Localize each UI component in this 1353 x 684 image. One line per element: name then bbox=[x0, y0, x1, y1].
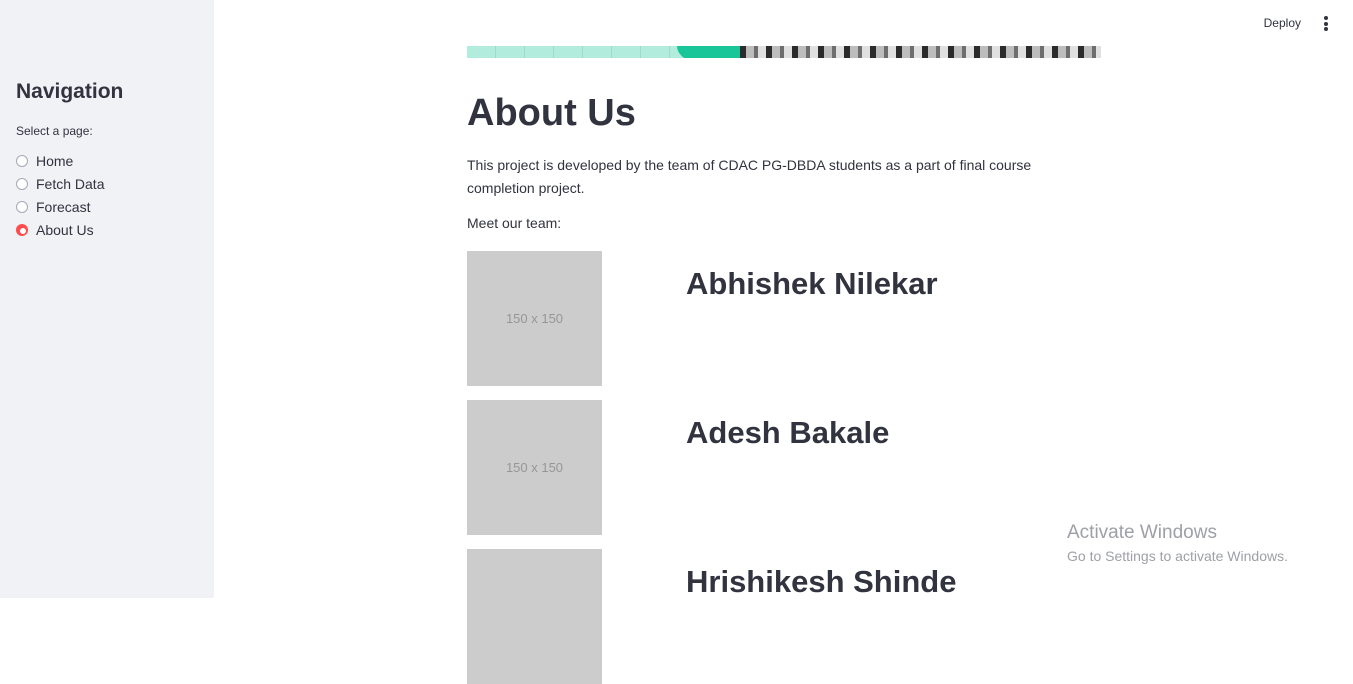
sidebar: Navigation Select a page: Home Fetch Dat… bbox=[0, 0, 214, 598]
radio-item-label: About Us bbox=[36, 221, 94, 238]
radio-button-icon[interactable] bbox=[16, 154, 28, 167]
radio-item-label: Home bbox=[36, 152, 74, 169]
top-toolbar: Deploy bbox=[1153, 0, 1353, 46]
radio-item-about-us[interactable]: About Us bbox=[16, 218, 104, 241]
radio-button-icon[interactable] bbox=[16, 200, 28, 213]
watermark-subtitle: Go to Settings to activate Windows. bbox=[1067, 548, 1288, 564]
banner-image bbox=[467, 46, 1101, 58]
watermark-title: Activate Windows bbox=[1067, 522, 1217, 543]
page-radio-group: Home Fetch Data Forecast About Us bbox=[16, 149, 104, 241]
radio-item-label: Forecast bbox=[36, 198, 91, 215]
more-vertical-icon[interactable] bbox=[1321, 16, 1331, 32]
radio-item-home[interactable]: Home bbox=[16, 149, 104, 172]
deploy-button[interactable]: Deploy bbox=[1264, 16, 1301, 30]
radio-item-label: Fetch Data bbox=[36, 175, 105, 192]
member-name: Adesh Bakale bbox=[686, 415, 890, 450]
member-name: Abhishek Nilekar bbox=[686, 266, 938, 301]
radio-item-forecast[interactable]: Forecast bbox=[16, 195, 104, 218]
member-name: Hrishikesh Shinde bbox=[686, 564, 957, 599]
meet-team-label: Meet our team: bbox=[467, 215, 562, 231]
member-photo-placeholder: 150 x 150 bbox=[467, 251, 602, 386]
page-title: About Us bbox=[467, 92, 636, 134]
sidebar-title: Navigation bbox=[16, 80, 124, 103]
member-photo-placeholder: 150 x 150 bbox=[467, 400, 602, 535]
radio-group-label: Select a page: bbox=[16, 124, 93, 138]
radio-button-checked-icon[interactable] bbox=[16, 223, 28, 236]
windows-activation-watermark: Activate Windows Go to Settings to activ… bbox=[1067, 522, 1288, 564]
radio-button-icon[interactable] bbox=[16, 177, 28, 190]
member-photo-placeholder bbox=[467, 549, 602, 684]
radio-item-fetch-data[interactable]: Fetch Data bbox=[16, 172, 104, 195]
intro-text: This project is developed by the team of… bbox=[467, 157, 1032, 196]
